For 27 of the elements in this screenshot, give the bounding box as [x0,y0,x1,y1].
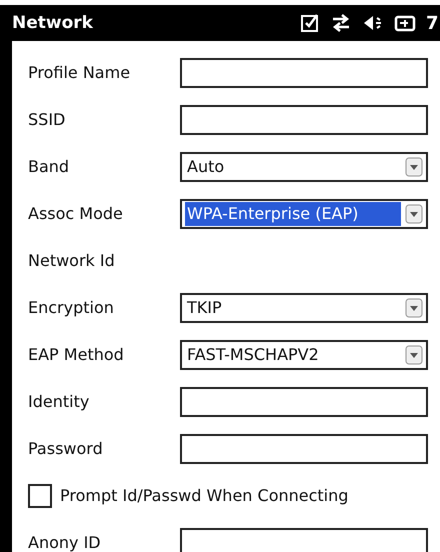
field-label: Profile Name [28,63,132,82]
field-label: Identity [28,392,90,411]
field-label: Encryption [28,298,115,317]
battery-icon[interactable] [394,13,416,33]
field-label: Assoc Mode [28,204,124,223]
field-label: SSID [28,110,66,129]
input-field[interactable] [180,528,428,552]
field-label: Band [28,157,70,176]
checkbox-label: Prompt Id/Passwd When Connecting [60,486,348,505]
field-label: EAP Method [28,345,125,364]
window-title: Network [12,13,94,33]
checklist-icon[interactable] [300,13,320,33]
input-field[interactable] [180,434,428,464]
clock: 7: [426,12,440,34]
field-label: Network Id [28,251,116,270]
dropdown[interactable]: Auto [180,152,428,182]
dropdown[interactable]: TKIP [180,292,428,322]
dropdown[interactable]: FAST-MSCHAPV2 [180,340,428,370]
connection-icon[interactable] [330,13,352,33]
speaker-icon[interactable] [362,13,384,33]
input-field[interactable] [180,58,428,88]
checkbox[interactable] [28,484,52,508]
field-label: Password [28,439,104,458]
input-field[interactable] [180,386,428,416]
input-field[interactable] [180,104,428,134]
dropdown[interactable]: WPA-Enterprise (EAP) [180,198,428,228]
field-label: Anony ID [28,533,102,552]
